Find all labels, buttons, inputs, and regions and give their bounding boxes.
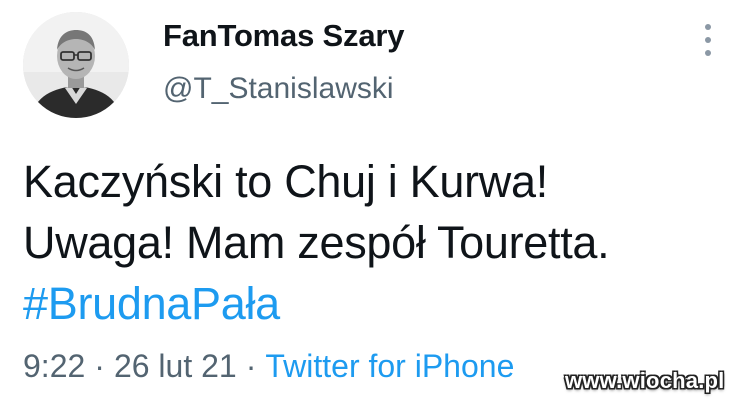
more-options-button[interactable] bbox=[694, 22, 722, 58]
more-vertical-icon bbox=[705, 50, 711, 56]
more-vertical-icon bbox=[705, 24, 711, 30]
profile-photo-icon bbox=[23, 12, 129, 118]
tweet-text: Kaczyński to Chuj i Kurwa! Uwaga! Mam ze… bbox=[23, 151, 610, 334]
user-handle[interactable]: @T_Stanislawski bbox=[163, 72, 394, 106]
hashtag-link[interactable]: #BrudnaPała bbox=[23, 278, 280, 329]
separator: · bbox=[94, 348, 105, 384]
tweet-date: 26 lut 21 bbox=[113, 348, 237, 384]
avatar[interactable] bbox=[23, 12, 129, 118]
watermark: www.wiocha.pl bbox=[565, 368, 725, 393]
tweet-card: FanTomas Szary @T_Stanislawski Kaczyński… bbox=[0, 0, 750, 412]
separator: · bbox=[245, 348, 257, 384]
tweet-meta: 9:22 · 26 lut 21 · Twitter for iPhone bbox=[23, 348, 514, 385]
tweet-text-line: Kaczyński to Chuj i Kurwa! bbox=[23, 156, 548, 207]
tweet-source-link[interactable]: Twitter for iPhone bbox=[265, 348, 514, 384]
tweet-text-line: Uwaga! Mam zespół Touretta. bbox=[23, 217, 610, 268]
tweet-time: 9:22 bbox=[23, 348, 86, 384]
more-vertical-icon bbox=[705, 37, 711, 43]
display-name[interactable]: FanTomas Szary bbox=[163, 18, 404, 54]
